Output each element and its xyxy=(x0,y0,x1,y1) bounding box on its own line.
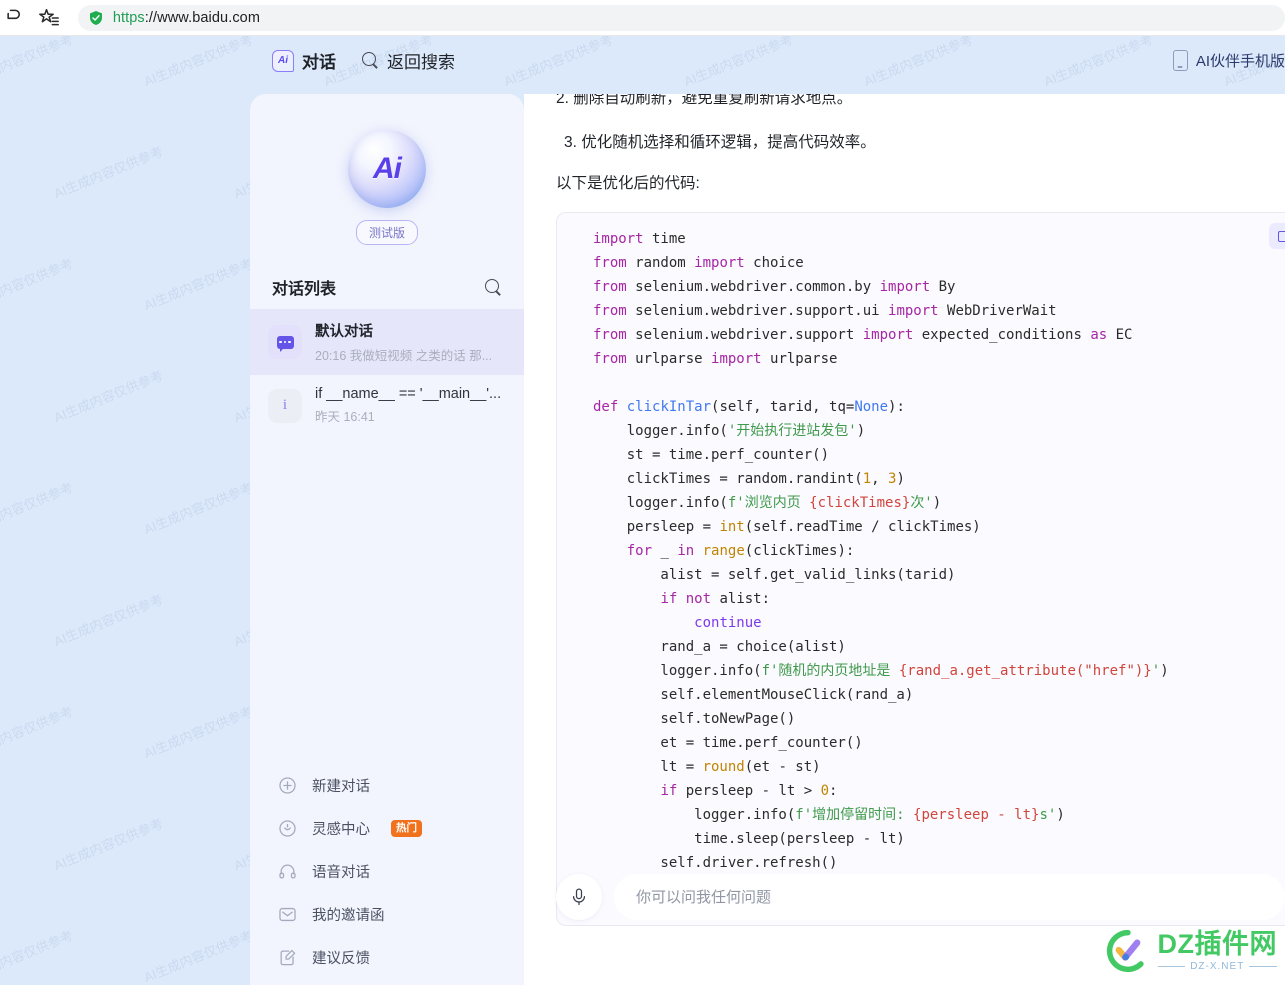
search-icon xyxy=(362,52,379,69)
sidebar-item-new-chat[interactable]: 新建对话 xyxy=(250,764,524,807)
conversation-list-header: 对话列表 xyxy=(272,275,502,299)
code-block: import time from random import choice fr… xyxy=(556,212,1285,926)
watermark-text: AI生成内容仅供参考 xyxy=(51,591,166,650)
list-item-3: 3. 优化随机选择和循环逻辑，提高代码效率。 xyxy=(564,134,876,151)
app-logo-text: Ai xyxy=(373,152,402,185)
sidebar-item-feedback[interactable]: 建议反馈 xyxy=(250,936,524,979)
headphones-icon xyxy=(279,864,296,879)
back-arrow-icon[interactable] xyxy=(0,3,30,33)
list-item-subtitle: 昨天 16:41 xyxy=(315,410,375,424)
beta-badge: 测试版 xyxy=(355,220,418,245)
dz-watermark-logo: DZ插件网 DZ-X.NET xyxy=(1106,929,1278,973)
tab-dialogue[interactable]: Ai 对话 xyxy=(272,48,336,73)
dz-check-icon xyxy=(1106,929,1144,973)
app-logo-wrap: Ai 测试版 xyxy=(250,130,524,245)
sidebar-item-label: 建议反馈 xyxy=(312,951,370,967)
tab-back-to-search-label: 返回搜索 xyxy=(387,53,455,72)
url-scheme: https xyxy=(112,9,145,26)
conversation-list-title: 对话列表 xyxy=(272,281,337,298)
chat-input-wrapper[interactable] xyxy=(614,874,1285,920)
info-icon: i xyxy=(268,388,302,423)
sidebar-item-voice-chat[interactable]: 语音对话 xyxy=(250,850,524,893)
sidebar-item-invitation[interactable]: 我的邀请函 xyxy=(250,893,524,936)
url-text: https://www.baidu.com xyxy=(113,10,260,26)
list-item-subtitle: 20:16 我做短视频 之类的话 那... xyxy=(315,349,493,363)
sidebar-item-label: 灵感中心 xyxy=(312,822,370,838)
code-content: import time from random import choice fr… xyxy=(593,231,1169,895)
plus-circle-icon xyxy=(279,777,296,794)
sidebar-item-label: 新建对话 xyxy=(312,779,370,795)
main-content: 2. 删除自动刷新，避免重复刷新请求地点。 3. 优化随机选择和循环逻辑，提高代… xyxy=(524,94,1285,985)
lightbulb-icon xyxy=(279,820,296,837)
chat-bubble-icon xyxy=(268,325,302,359)
collections-icon[interactable] xyxy=(34,3,64,33)
edit-note-icon xyxy=(280,949,296,966)
watermark-text: AI生成内容仅供参考 xyxy=(51,367,166,426)
intro-paragraph: 以下是优化后的代码: xyxy=(556,175,700,192)
list-item[interactable]: i if __name__ == '__main__'... 昨天 16:41 xyxy=(250,375,524,436)
watermark-text: AI生成内容仅供参考 xyxy=(0,255,76,314)
page-backdrop: AI生成内容仅供参考 AI生成内容仅供参考 AI生成内容仅供参考 AI生成内容仅供参考… xyxy=(0,36,1285,985)
watermark-text: AI生成内容仅供参考 xyxy=(51,815,166,874)
address-bar[interactable]: https://www.baidu.com xyxy=(77,4,1285,31)
watermark-text: AI生成内容仅供参考 xyxy=(141,703,256,762)
tab-back-to-search[interactable]: 返回搜索 xyxy=(362,48,455,73)
sidebar: Ai 测试版 对话列表 默认对话 20:16 我做短视频 之类的话 那... i xyxy=(250,94,524,985)
url-rest: ://www.baidu.com xyxy=(144,9,261,26)
microphone-icon[interactable] xyxy=(556,874,602,920)
search-input[interactable] xyxy=(636,888,1253,906)
sidebar-item-inspiration[interactable]: 灵感中心 热门 xyxy=(250,807,524,850)
conversation-list: 默认对话 20:16 我做短视频 之类的话 那... i if __name__… xyxy=(250,309,524,436)
watermark-text: AI生成内容仅供参考 xyxy=(0,927,76,985)
sidebar-item-label: 我的邀请函 xyxy=(312,908,385,924)
list-item[interactable]: 默认对话 20:16 我做短视频 之类的话 那... xyxy=(250,309,524,375)
copy-icon[interactable] xyxy=(1269,223,1285,249)
header-tabs: Ai 对话 返回搜索 xyxy=(272,48,455,73)
search-icon[interactable] xyxy=(485,278,502,296)
sidebar-item-label: 语音对话 xyxy=(312,865,370,881)
tab-dialogue-label: 对话 xyxy=(302,53,336,72)
message-area: 2. 删除自动刷新，避免重复刷新请求地点。 3. 优化随机选择和循环逻辑，提高代… xyxy=(524,94,1285,926)
status-badge: 热门 xyxy=(391,820,422,837)
mobile-app-link[interactable]: AI伙伴手机版 xyxy=(1172,50,1285,71)
phone-icon xyxy=(1172,50,1188,71)
security-shield-icon xyxy=(89,10,102,25)
list-item-title: if __name__ == '__main__'... xyxy=(315,386,502,402)
watermark-text: AI生成内容仅供参考 xyxy=(141,479,256,538)
dz-logo-text: DZ插件网 xyxy=(1157,928,1277,959)
watermark-text: AI生成内容仅供参考 xyxy=(141,255,256,314)
watermark-text: AI生成内容仅供参考 xyxy=(51,143,166,202)
dz-logo-sub: DZ-X.NET xyxy=(1158,961,1278,972)
dz-logo-sub-text: DZ-X.NET xyxy=(1190,960,1245,972)
app-header: Ai 对话 返回搜索 AI伙伴手机版 xyxy=(0,36,1285,91)
ai-badge-icon: Ai xyxy=(272,49,294,72)
envelope-icon xyxy=(279,907,296,922)
mobile-app-label: AI伙伴手机版 xyxy=(1195,53,1285,70)
cut-off-list-item: 2. 删除自动刷新，避免重复刷新请求地点。 xyxy=(556,94,853,107)
app-logo: Ai xyxy=(348,130,426,208)
watermark-text: AI生成内容仅供参考 xyxy=(141,927,256,985)
browser-toolbar: https://www.baidu.com xyxy=(0,0,1285,36)
watermark-text: AI生成内容仅供参考 xyxy=(0,479,76,538)
sidebar-menu: 新建对话 灵感中心 热门 语音对话 我的邀请函 建议反馈 xyxy=(250,764,524,979)
watermark-text: AI生成内容仅供参考 xyxy=(0,703,76,762)
list-item-title: 默认对话 xyxy=(315,324,373,340)
